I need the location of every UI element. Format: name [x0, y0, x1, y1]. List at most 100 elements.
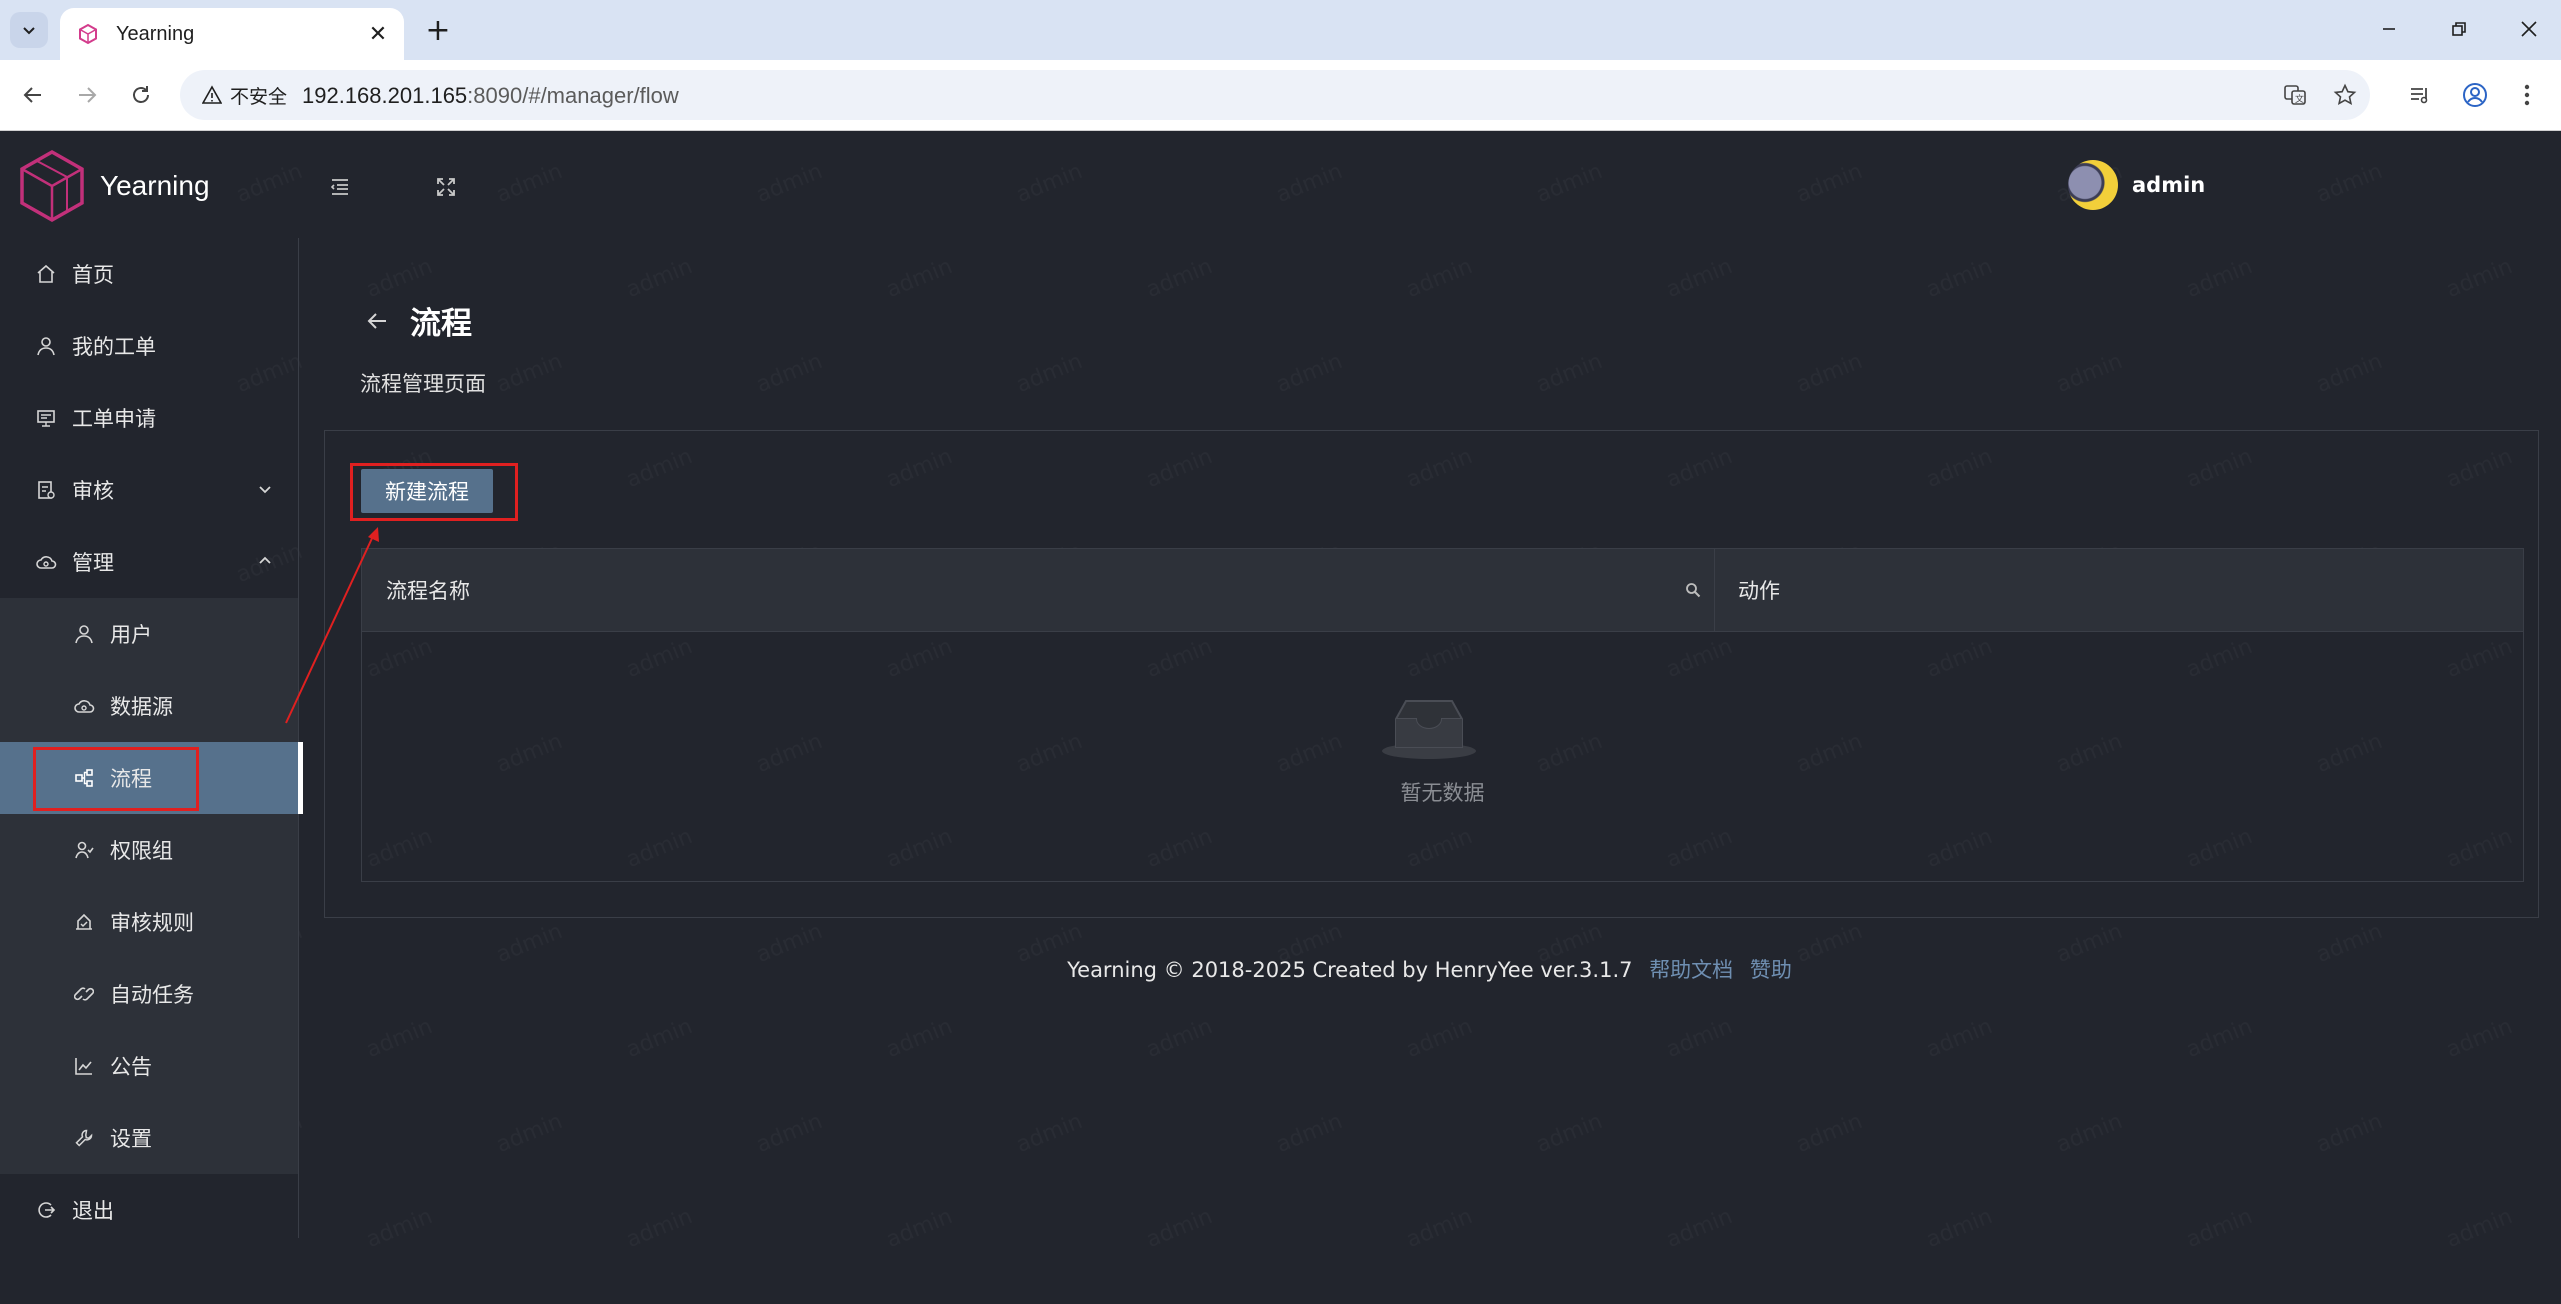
column-header-flow-name: 流程名称 [386, 579, 470, 603]
browser-tab[interactable]: Yearning ✕ [60, 8, 404, 60]
watermark-text: admin [493, 159, 566, 208]
back-button[interactable] [12, 74, 54, 116]
chevron-down-icon [256, 480, 274, 498]
sidebar-item-logout[interactable]: 退出 [0, 1174, 298, 1246]
logout-icon [34, 1198, 58, 1222]
sidebar-item-label: 退出 [72, 1199, 114, 1223]
watermark-text: admin [1403, 1014, 1476, 1063]
address-bar[interactable]: 不安全 192.168.201.165:8090/#/manager/flow … [180, 70, 2370, 120]
close-icon [2521, 21, 2537, 37]
browser-toolbar: 不安全 192.168.201.165:8090/#/manager/flow … [0, 60, 2561, 131]
watermark-text: admin [1793, 159, 1866, 208]
watermark-text: admin [1013, 159, 1086, 208]
sponsor-link[interactable]: 赞助 [1750, 958, 1792, 982]
browser-tab-bar: Yearning ✕ + [0, 0, 2561, 60]
watermark-text: admin [2443, 254, 2516, 303]
collapse-menu-icon[interactable] [322, 169, 358, 205]
annotation-box-new-flow [350, 463, 518, 521]
watermark-text: admin [1013, 349, 1086, 398]
sidebar-item-label: 首页 [72, 263, 114, 287]
sidebar-item-audit[interactable]: 审核 [0, 454, 298, 526]
fullscreen-icon[interactable] [428, 169, 464, 205]
sidebar-item-label: 公告 [110, 1055, 152, 1079]
close-window-button[interactable] [2494, 0, 2561, 58]
search-icon[interactable] [1682, 579, 1704, 601]
sidebar-item-label: 自动任务 [110, 983, 194, 1007]
forward-button[interactable] [66, 74, 108, 116]
sidebar-item-label: 数据源 [110, 695, 173, 719]
watermark-text: admin [363, 1204, 436, 1253]
sidebar-item-ticket-apply[interactable]: 工单申请 [0, 382, 298, 454]
arrow-left-icon [23, 87, 41, 103]
close-tab-icon[interactable]: ✕ [364, 20, 392, 48]
url-text[interactable]: 192.168.201.165:8090/#/manager/flow [302, 83, 679, 109]
user-menu[interactable]: admin [2068, 157, 2205, 213]
watermark-text: admin [753, 1109, 826, 1158]
media-control-icon[interactable] [2403, 78, 2437, 112]
sidebar-item-users[interactable]: 用户 [0, 598, 298, 670]
watermark-text: admin [2183, 1204, 2256, 1253]
watermark-text: admin [1143, 1014, 1216, 1063]
sidebar-item-label: 工单申请 [72, 407, 156, 431]
watermark-text: admin [1663, 254, 1736, 303]
new-tab-button[interactable]: + [418, 12, 458, 48]
sidebar-item-audit-rules[interactable]: 审核规则 [0, 886, 298, 958]
watermark-text: admin [623, 1014, 696, 1063]
empty-state: 暂无数据 [362, 631, 2523, 881]
help-docs-link[interactable]: 帮助文档 [1649, 958, 1733, 982]
tab-title: Yearning [116, 22, 195, 45]
sidebar-item-label: 权限组 [110, 839, 173, 863]
sidebar-item-label: 我的工单 [72, 335, 156, 359]
watermark-text: admin [2053, 1109, 2126, 1158]
watermark-text: admin [753, 349, 826, 398]
flow-panel: 新建流程 流程名称 动作 暂无数据 [324, 430, 2539, 918]
user-name: admin [2132, 173, 2206, 197]
sidebar-item-permission-group[interactable]: 权限组 [0, 814, 298, 886]
sidebar-item-settings[interactable]: 设置 [0, 1102, 298, 1174]
watermark-text: admin [1273, 159, 1346, 208]
brand[interactable]: Yearning [18, 149, 210, 223]
translate-icon[interactable]: 文 [2280, 80, 2310, 110]
user-icon [72, 622, 96, 646]
footer-text: Yearning © 2018-2025 Created by HenryYee… [1067, 958, 1633, 982]
watermark-text: admin [2183, 1014, 2256, 1063]
watermark-text: admin [883, 1204, 956, 1253]
watermark-text: admin [1013, 1109, 1086, 1158]
tab-search-button[interactable] [10, 12, 48, 48]
sidebar-item-auto-task[interactable]: 自动任务 [0, 958, 298, 1030]
url-path: :8090/#/manager/flow [467, 83, 679, 108]
reload-button[interactable] [120, 74, 162, 116]
brand-name: Yearning [100, 170, 210, 201]
watermark-text: admin [1663, 1014, 1736, 1063]
footer: Yearning © 2018-2025 Created by HenryYee… [298, 954, 2561, 984]
browser-menu-icon[interactable] [2510, 78, 2544, 112]
sidebar-item-datasource[interactable]: 数据源 [0, 670, 298, 742]
sidebar-item-announcement[interactable]: 公告 [0, 1030, 298, 1102]
sidebar-item-home[interactable]: 首页 [0, 238, 298, 310]
watermark-text: admin [493, 349, 566, 398]
sidebar-item-my-tickets[interactable]: 我的工单 [0, 310, 298, 382]
watermark-text: admin [1403, 1204, 1476, 1253]
minimize-button[interactable] [2354, 0, 2424, 58]
watermark-text: admin [1663, 1204, 1736, 1253]
bookmark-star-icon[interactable] [2330, 80, 2360, 110]
wrench-icon [72, 1126, 96, 1150]
yearning-logo-icon [20, 149, 84, 223]
restore-button[interactable] [2424, 0, 2494, 58]
profile-icon[interactable] [2458, 78, 2492, 112]
home-icon [34, 262, 58, 286]
watermark-text: admin [1273, 1109, 1346, 1158]
sidebar-item-manage[interactable]: 管理 [0, 526, 298, 598]
security-indicator[interactable]: 不安全 [192, 78, 297, 112]
back-arrow-icon[interactable] [360, 304, 394, 338]
watermark-text: admin [2313, 159, 2386, 208]
watermark-text: admin [623, 254, 696, 303]
user-icon [34, 334, 58, 358]
empty-text: 暂无数据 [1400, 781, 1485, 805]
watermark-text: admin [1923, 1014, 1996, 1063]
watermark-text: admin [1403, 254, 1476, 303]
yearning-favicon-icon [76, 22, 100, 46]
sidebar-item-label: 用户 [110, 623, 152, 647]
arrow-right-icon [79, 87, 97, 103]
avatar [2068, 160, 2118, 210]
